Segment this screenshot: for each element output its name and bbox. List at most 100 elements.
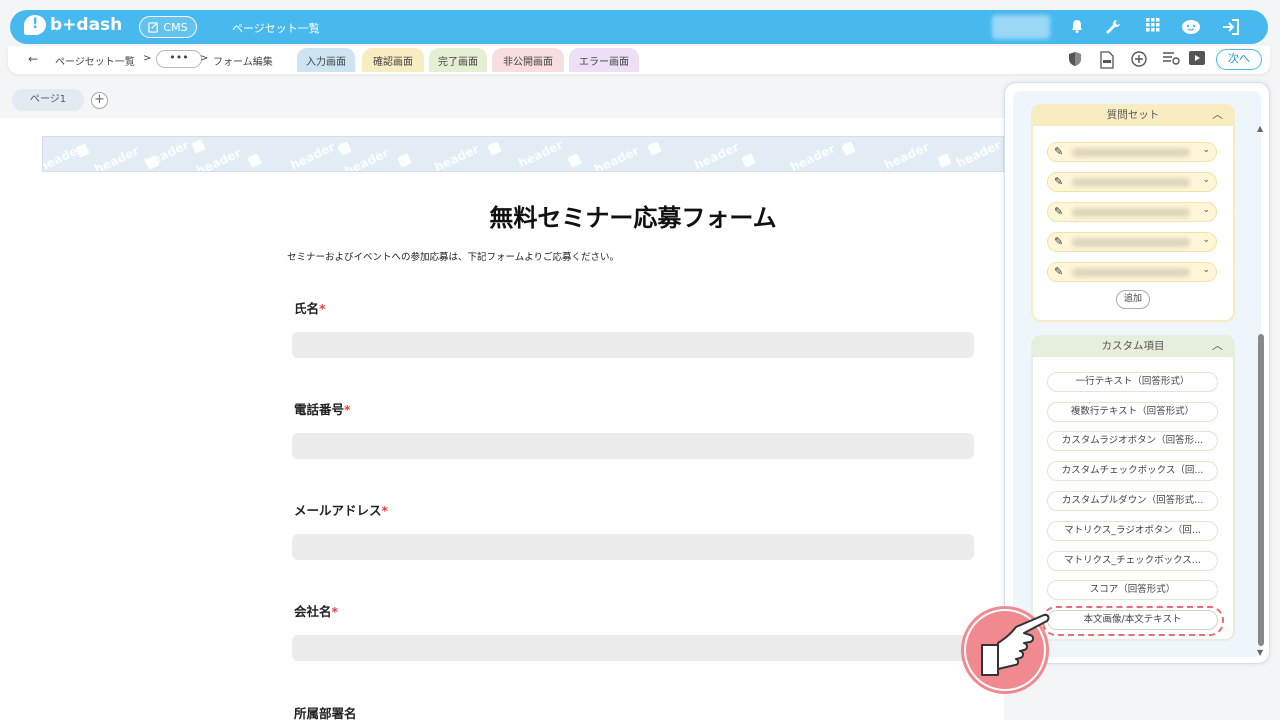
- chevron-down-icon[interactable]: ⌄: [1202, 205, 1210, 215]
- back-arrow-icon[interactable]: ←: [28, 52, 38, 66]
- field-label-text: 電話番号: [294, 402, 345, 417]
- image-icon: [247, 153, 262, 168]
- question-set-title: 質問セット: [1106, 109, 1160, 121]
- top-title[interactable]: ページセット一覧: [232, 20, 320, 36]
- header-watermark: header: [592, 143, 642, 172]
- question-set-name-blurred: [1072, 208, 1190, 217]
- field-label-email[interactable]: メールアドレス*: [294, 500, 388, 519]
- cms-button[interactable]: CMS: [139, 16, 197, 38]
- logout-icon[interactable]: [1220, 18, 1242, 36]
- custom-item-matrix-radio[interactable]: マトリクス_ラジオボタン（回...: [1047, 521, 1218, 541]
- image-icon: [487, 141, 502, 156]
- logo-bubble-icon: [24, 15, 46, 35]
- breadcrumb-separator: >: [143, 53, 152, 64]
- image-icon: [397, 153, 412, 168]
- scroll-up-arrow-icon[interactable]: ▲: [1257, 124, 1263, 133]
- header-watermark: header: [288, 139, 338, 172]
- required-mark: *: [331, 604, 339, 619]
- wrench-icon[interactable]: [1104, 18, 1122, 36]
- form-description[interactable]: セミナーおよびイベントへの参加応募は、下記フォームよりご応募ください。: [287, 249, 619, 263]
- add-page-button[interactable]: +: [91, 92, 108, 109]
- phone-input[interactable]: [292, 433, 974, 459]
- field-label-company[interactable]: 会社名*: [294, 601, 338, 620]
- breadcrumb-page-set-list[interactable]: ページセット一覧: [55, 53, 135, 68]
- add-question-set-button[interactable]: 追加: [1116, 290, 1150, 309]
- tab-private-screen[interactable]: 非公開画面: [492, 48, 564, 72]
- custom-item-matrix-checkbox[interactable]: マトリクス_チェックボックス...: [1047, 551, 1218, 571]
- logo[interactable]: b+dash: [24, 15, 122, 35]
- field-label-text: メールアドレス: [294, 503, 382, 518]
- custom-item-checkbox[interactable]: カスタムチェックボックス（回...: [1047, 461, 1218, 481]
- image-icon: [567, 153, 582, 168]
- custom-items-title: カスタム項目: [1101, 340, 1165, 352]
- image-icon: [337, 141, 352, 156]
- question-set-header[interactable]: 質問セット ︿: [1031, 104, 1235, 126]
- required-mark: *: [344, 402, 351, 417]
- bell-icon[interactable]: [1068, 18, 1086, 36]
- image-icon: [647, 141, 662, 156]
- pencil-icon[interactable]: ✎: [1054, 265, 1063, 278]
- question-set-name-blurred: [1072, 268, 1190, 277]
- question-set-item[interactable]: ✎ ⌄: [1047, 262, 1217, 282]
- question-set-name-blurred: [1072, 148, 1190, 157]
- face-icon[interactable]: [1180, 18, 1202, 36]
- custom-item-single-line-text[interactable]: 一行テキスト（回答形式）: [1047, 372, 1218, 392]
- grid-icon[interactable]: [1144, 18, 1162, 36]
- tab-confirm-screen[interactable]: 確認画面: [362, 48, 424, 72]
- field-label-name[interactable]: 氏名*: [294, 298, 326, 317]
- play-icon[interactable]: [1188, 51, 1206, 69]
- custom-item-multi-line-text[interactable]: 複数行テキスト（回答形式）: [1047, 402, 1218, 422]
- question-set-item[interactable]: ✎ ⌄: [1047, 142, 1217, 162]
- header-watermark: header: [954, 137, 1004, 171]
- collapse-chevron-icon[interactable]: ︿: [1212, 104, 1223, 126]
- chevron-down-icon[interactable]: ⌄: [1202, 175, 1210, 185]
- add-circle-icon[interactable]: [1130, 51, 1148, 69]
- user-info[interactable]: [992, 15, 1050, 39]
- top-bar: b+dash CMS ページセット一覧: [10, 10, 1268, 44]
- tab-error-screen[interactable]: エラー画面: [569, 48, 639, 72]
- custom-items-header[interactable]: カスタム項目 ︿: [1031, 335, 1235, 357]
- form-canvas: header header header header header heade…: [0, 118, 1004, 720]
- chevron-down-icon[interactable]: ⌄: [1202, 235, 1210, 245]
- tab-input-screen[interactable]: 入力画面: [297, 48, 355, 72]
- pencil-icon[interactable]: ✎: [1054, 175, 1063, 188]
- name-input[interactable]: [292, 332, 974, 358]
- header-placeholder[interactable]: header header header header header heade…: [42, 136, 1004, 172]
- next-button[interactable]: 次へ: [1216, 49, 1262, 70]
- panel-scrollbar-thumb[interactable]: [1258, 334, 1264, 646]
- chevron-down-icon[interactable]: ⌄: [1202, 145, 1210, 155]
- page-tab-page1[interactable]: ページ1: [12, 89, 84, 111]
- header-watermark: header: [882, 139, 932, 172]
- field-label-phone[interactable]: 電話番号*: [294, 399, 351, 418]
- required-mark: *: [381, 503, 389, 518]
- breadcrumb-ellipsis-button[interactable]: •••: [156, 50, 202, 68]
- pencil-icon[interactable]: ✎: [1054, 145, 1063, 158]
- breadcrumb-form-edit: フォーム編集: [213, 57, 273, 68]
- question-set-item[interactable]: ✎ ⌄: [1047, 172, 1217, 192]
- pencil-icon[interactable]: ✎: [1054, 235, 1063, 248]
- email-input[interactable]: [292, 534, 974, 560]
- shield-icon[interactable]: [1066, 51, 1084, 69]
- list-settings-icon[interactable]: [1162, 51, 1180, 69]
- highlight-outline: [1042, 606, 1224, 636]
- question-set-name-blurred: [1072, 178, 1190, 187]
- scroll-down-arrow-icon[interactable]: ▼: [1257, 648, 1263, 657]
- image-icon: [741, 153, 756, 168]
- collapse-chevron-icon[interactable]: ︿: [1212, 335, 1223, 357]
- question-set-item[interactable]: ✎ ⌄: [1047, 232, 1217, 252]
- tab-complete-screen[interactable]: 完了画面: [429, 48, 487, 72]
- custom-item-score[interactable]: スコア（回答形式）: [1047, 580, 1218, 600]
- field-label-department[interactable]: 所属部署名: [294, 703, 357, 720]
- pencil-icon[interactable]: ✎: [1054, 205, 1063, 218]
- question-set-item[interactable]: ✎ ⌄: [1047, 202, 1217, 222]
- custom-item-radio-button[interactable]: カスタムラジオボタン（回答形...: [1047, 431, 1218, 451]
- question-set-name-blurred: [1072, 238, 1190, 247]
- chevron-down-icon[interactable]: ⌄: [1202, 265, 1210, 275]
- field-label-text: 所属部署名: [294, 706, 357, 720]
- html-file-icon[interactable]: [1098, 51, 1116, 69]
- header-watermark: header: [432, 141, 482, 172]
- header-watermark: header: [142, 137, 192, 171]
- company-input[interactable]: [292, 635, 974, 661]
- field-label-text: 氏名: [294, 301, 320, 316]
- custom-item-pulldown[interactable]: カスタムプルダウン（回答形式...: [1047, 491, 1218, 511]
